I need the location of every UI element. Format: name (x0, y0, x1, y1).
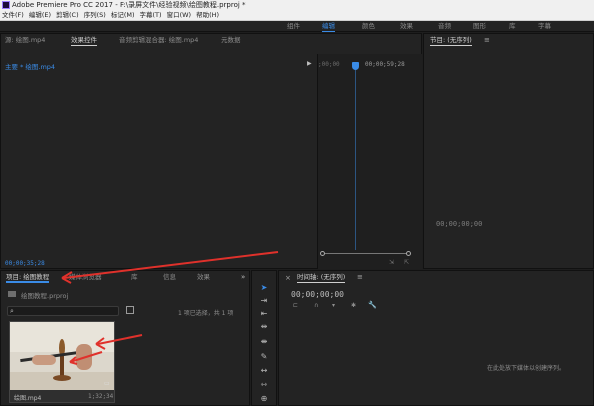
slip-tool-icon[interactable]: ↔ (255, 364, 273, 376)
clip-header-row: 主要 * 绘图.mp4 ▶ (1, 60, 317, 71)
snap-icon[interactable]: ⊏ (293, 302, 298, 309)
window-title-bar: Adobe Premiere Pro CC 2017 - F:\录屏文件\经验视… (0, 0, 594, 10)
timeline-settings-icon[interactable]: ✱ (351, 302, 356, 309)
menu-bar: 文件(F) 编辑(E) 剪辑(C) 序列(S) 标记(M) 字幕(T) 窗口(W) 帮助(H) (0, 10, 594, 21)
workspace-bar: 组件 编辑 颜色 效果 音频 图形 库 字幕 (0, 21, 594, 32)
clip-label[interactable]: 主要 * 绘图.mp4 (5, 61, 55, 71)
workspace-audio[interactable]: 音频 (438, 21, 451, 32)
track-select-tool-icon[interactable]: ⇥ (255, 294, 273, 306)
search-icon: ⌕ (10, 307, 14, 315)
current-timecode[interactable]: 00;00;35;28 (5, 260, 45, 267)
premiere-app-icon (2, 1, 10, 9)
program-monitor-title[interactable]: 节目: (无序列) (430, 34, 472, 46)
project-file-name: 绘图教程.prproj (21, 292, 69, 300)
workspace-graphics[interactable]: 图形 (473, 21, 486, 32)
close-icon[interactable]: × (285, 274, 291, 282)
razor-tool-icon[interactable]: ✎ (255, 350, 273, 362)
playhead-line (355, 70, 356, 250)
menu-title[interactable]: 字幕(T) (140, 11, 162, 19)
tab-media-browser[interactable]: 媒体浏览器 (69, 271, 102, 283)
menu-window[interactable]: 窗口(W) (167, 11, 192, 19)
media-thumbnail (10, 322, 114, 390)
workspace-captions[interactable]: 字幕 (538, 21, 551, 32)
program-timecode[interactable]: 00;00;00;00 (436, 220, 482, 228)
menu-edit[interactable]: 编辑(E) (29, 11, 51, 19)
effect-timeline-area: ;00;00 00;00;59;28 ⇲ ⇱ (317, 54, 422, 269)
playhead-marker[interactable] (352, 62, 359, 70)
new-bin-icon[interactable] (126, 306, 134, 314)
slide-tool-icon[interactable]: ⇿ (255, 378, 273, 390)
menu-marker[interactable]: 标记(M) (111, 11, 135, 19)
timeline-empty-message: 在此处放下媒体以创建序列。 (487, 365, 566, 372)
tab-effect-controls[interactable]: 效果控件 (71, 34, 97, 46)
panel-menu-icon[interactable]: ≡ (484, 36, 490, 44)
expand-arrow-icon[interactable]: ▶ (307, 60, 312, 67)
scroll-handle-right[interactable] (406, 251, 411, 256)
timeline-timecode[interactable]: 00;00;00;00 (291, 290, 344, 299)
tab-source[interactable]: 源: 绘图.mp4 (5, 34, 45, 46)
project-search-input[interactable]: ⌕ (7, 306, 119, 316)
tab-metadata[interactable]: 元数据 (221, 34, 241, 46)
menu-clip[interactable]: 剪辑(C) (56, 11, 79, 19)
tab-effects[interactable]: 效果 (197, 271, 210, 283)
program-monitor-panel: 节目: (无序列) ≡ 00;00;00;00 (423, 33, 594, 269)
ruler-end-time: 00;00;59;28 (365, 61, 405, 68)
workspace-assembly[interactable]: 组件 (287, 21, 300, 32)
ripple-edit-tool-icon[interactable]: ⇤ (255, 307, 273, 319)
tab-libraries[interactable]: 库 (131, 271, 138, 283)
timeline-title[interactable]: 时间轴: (无序列) (297, 271, 346, 283)
export-frame-icon[interactable]: ⇱ (404, 259, 409, 266)
add-marker-icon[interactable]: ▾ (332, 302, 335, 309)
window-title: Adobe Premiere Pro CC 2017 - F:\录屏文件\经验视… (12, 1, 246, 9)
rate-stretch-tool-icon[interactable]: ⇼ (255, 335, 273, 347)
project-panel: 项目: 绘图教程 媒体浏览器 库 信息 效果 » 绘图教程.prproj ⌕ 1… (0, 270, 250, 406)
workspace-libraries[interactable]: 库 (509, 21, 516, 32)
tab-info[interactable]: 信息 (163, 271, 176, 283)
workspace-editing[interactable]: 编辑 (322, 21, 335, 32)
folder-icon (8, 291, 16, 297)
tab-project[interactable]: 项目: 绘图教程 (6, 271, 50, 283)
workspace-effects[interactable]: 效果 (400, 21, 413, 32)
tab-audio-clip-mixer[interactable]: 音频剪辑混合器: 绘图.mp4 (119, 34, 198, 46)
rolling-edit-tool-icon[interactable]: ⇹ (255, 320, 273, 332)
media-item-name: 绘图.mp4 (14, 395, 42, 402)
timeline-panel: × 时间轴: (无序列) ≡ 00;00;00;00 ⊏ ∩ ▾ ✱ 🔧 在此处… (278, 270, 594, 406)
menu-file[interactable]: 文件(F) (2, 11, 24, 19)
workspace-color[interactable]: 颜色 (362, 21, 375, 32)
wrench-icon[interactable]: 🔧 (368, 301, 377, 309)
pen-tool-icon[interactable]: ⊕ (255, 392, 273, 404)
selection-tool-icon[interactable]: ➤ (255, 281, 273, 293)
filter-icon[interactable]: ⇲ (389, 259, 394, 266)
media-item-duration: 1;32;34 (88, 393, 114, 400)
menu-sequence[interactable]: 序列(S) (84, 11, 106, 19)
selection-info: 1 项已选择，共 1 项 (178, 310, 234, 317)
menu-help[interactable]: 帮助(H) (196, 11, 219, 19)
media-type-icon: ▭ (104, 380, 110, 387)
more-panels-icon[interactable]: » (241, 273, 245, 281)
timeline-menu-icon[interactable]: ≡ (357, 273, 363, 281)
effect-controls-panel: 源: 绘图.mp4 效果控件 音频剪辑混合器: 绘图.mp4 元数据 主要 * … (0, 33, 422, 269)
zoom-scrollbar[interactable] (318, 251, 413, 257)
linked-selection-icon[interactable]: ∩ (314, 302, 318, 309)
scroll-track (325, 253, 406, 254)
media-item[interactable]: ▭ 绘图.mp4 1;32;34 (9, 321, 115, 403)
ruler-start-time: ;00;00 (318, 61, 340, 68)
